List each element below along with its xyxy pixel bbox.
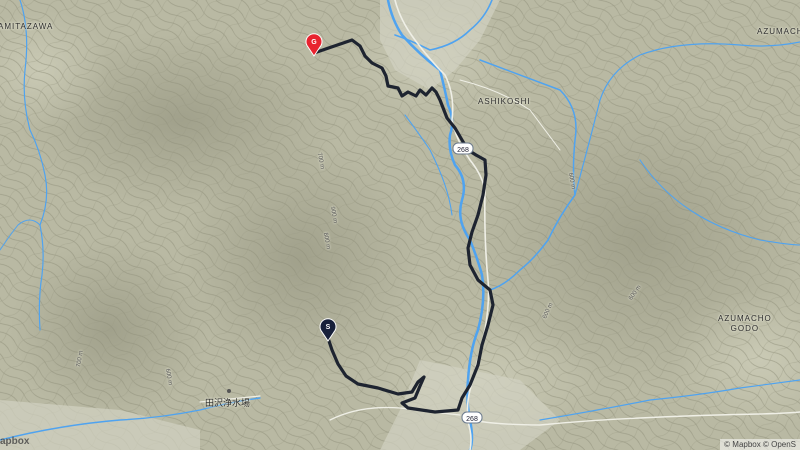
- mapbox-logo[interactable]: apbox: [0, 436, 29, 447]
- start-marker-label: S: [326, 324, 331, 331]
- place-label-ashikoshi: ASHIKOSHI: [478, 97, 531, 106]
- route-shield-label: 268: [457, 147, 469, 154]
- place-label-amitazawa: AMITAZAWA: [0, 22, 54, 31]
- place-label-tazawa-josui: 田沢浄水場: [205, 389, 251, 409]
- route-shield-268-south: 268: [461, 411, 483, 424]
- facility-dot-icon: [227, 389, 231, 393]
- route-shield-268: 268: [452, 142, 474, 155]
- facility-name: 田沢浄水場: [205, 398, 251, 408]
- place-label-line1: AZUMACHO: [718, 314, 772, 323]
- map-view[interactable]: 268 268 G S AMITAZAWA AZUMACH ASHIKOSHI …: [0, 0, 800, 450]
- map-attribution[interactable]: © Mapbox © OpenS: [720, 439, 800, 450]
- place-label-line2: GODO: [730, 324, 760, 333]
- map-canvas[interactable]: [0, 0, 800, 450]
- route-shield-label: 268: [466, 416, 478, 423]
- place-label-azumacho-godo: AZUMACHO GODO: [718, 314, 772, 333]
- goal-marker-label: G: [311, 39, 317, 46]
- place-label-azumacho: AZUMACH: [757, 27, 800, 36]
- start-marker[interactable]: S: [318, 316, 338, 342]
- goal-marker[interactable]: G: [304, 31, 324, 57]
